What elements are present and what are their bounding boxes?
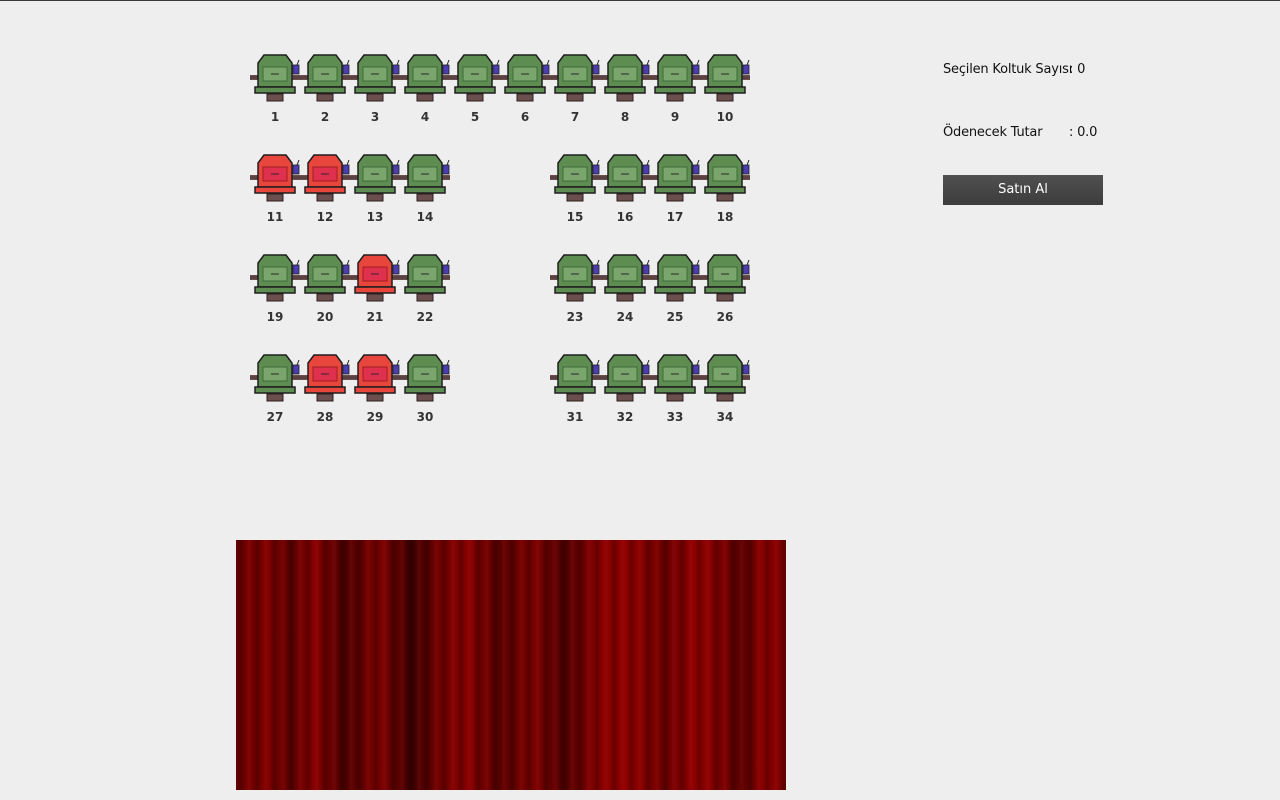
seat-11[interactable]: 11: [250, 153, 300, 228]
seat-22[interactable]: 22: [400, 253, 450, 328]
seat-29[interactable]: 29: [350, 353, 400, 428]
seat-33[interactable]: 33: [650, 353, 700, 428]
seat-number-label: 7: [570, 110, 580, 124]
seat-number-label: 23: [566, 310, 584, 324]
seat-number-label: 6: [520, 110, 530, 124]
seat-1[interactable]: 1: [250, 53, 300, 128]
seat-number-label: 1: [270, 110, 280, 124]
amount-row: Ödenecek Tutar : 0.0: [943, 125, 1097, 140]
seat-8[interactable]: 8: [600, 53, 650, 128]
seat-15[interactable]: 15: [550, 153, 600, 228]
seat-27[interactable]: 27: [250, 353, 300, 428]
seat-23[interactable]: 23: [550, 253, 600, 328]
seat-number-label: 28: [316, 410, 334, 424]
selected-count-row: Seçilen Koltuk Sayısı : 0: [943, 62, 1085, 77]
seat-26[interactable]: 26: [700, 253, 750, 328]
seat-number-label: 8: [620, 110, 630, 124]
seat-18[interactable]: 18: [700, 153, 750, 228]
seat-28[interactable]: 28: [300, 353, 350, 428]
seating-map: 1 2 3 4 5 6 7 8 9 10 11 12 13 14 15 16 1…: [0, 0, 800, 440]
seat-number-label: 19: [266, 310, 284, 324]
seat-number-label: 2: [320, 110, 330, 124]
seat-3[interactable]: 3: [350, 53, 400, 128]
seat-12[interactable]: 12: [300, 153, 350, 228]
seat-number-label: 30: [416, 410, 434, 424]
seat-19[interactable]: 19: [250, 253, 300, 328]
seat-number-label: 4: [420, 110, 430, 124]
seat-number-label: 22: [416, 310, 434, 324]
seat-31[interactable]: 31: [550, 353, 600, 428]
seat-number-label: 25: [666, 310, 684, 324]
seat-4[interactable]: 4: [400, 53, 450, 128]
seat-number-label: 9: [670, 110, 680, 124]
seat-number-label: 10: [716, 110, 734, 124]
seat-6[interactable]: 6: [500, 53, 550, 128]
seat-number-label: 33: [666, 410, 684, 424]
seat-number-label: 18: [716, 210, 734, 224]
seat-number-label: 13: [366, 210, 384, 224]
seat-2[interactable]: 2: [300, 53, 350, 128]
seat-number-label: 15: [566, 210, 584, 224]
seat-21[interactable]: 21: [350, 253, 400, 328]
selected-count-label: Seçilen Koltuk Sayısı: [943, 62, 1073, 77]
seat-number-label: 20: [316, 310, 334, 324]
seat-number-label: 31: [566, 410, 584, 424]
seat-16[interactable]: 16: [600, 153, 650, 228]
buy-button[interactable]: Satın Al: [943, 175, 1103, 205]
seat-14[interactable]: 14: [400, 153, 450, 228]
seat-number-label: 29: [366, 410, 384, 424]
seat-number-label: 26: [716, 310, 734, 324]
seat-number-label: 32: [616, 410, 634, 424]
amount-value: : 0.0: [1069, 125, 1098, 140]
seat-25[interactable]: 25: [650, 253, 700, 328]
seat-number-label: 34: [716, 410, 734, 424]
seat-7[interactable]: 7: [550, 53, 600, 128]
seat-17[interactable]: 17: [650, 153, 700, 228]
stage-curtain: [236, 540, 786, 790]
seat-number-label: 17: [666, 210, 684, 224]
seat-number-label: 27: [266, 410, 284, 424]
seat-5[interactable]: 5: [450, 53, 500, 128]
seat-9[interactable]: 9: [650, 53, 700, 128]
seat-number-label: 16: [616, 210, 634, 224]
selected-count-value: : 0: [1069, 62, 1086, 77]
seat-number-label: 14: [416, 210, 434, 224]
seat-30[interactable]: 30: [400, 353, 450, 428]
seat-number-label: 21: [366, 310, 384, 324]
seat-24[interactable]: 24: [600, 253, 650, 328]
seat-32[interactable]: 32: [600, 353, 650, 428]
seat-13[interactable]: 13: [350, 153, 400, 228]
seat-34[interactable]: 34: [700, 353, 750, 428]
seat-number-label: 11: [266, 210, 284, 224]
seat-number-label: 24: [616, 310, 634, 324]
seat-number-label: 12: [316, 210, 334, 224]
amount-label: Ödenecek Tutar: [943, 125, 1043, 140]
seat-number-label: 5: [470, 110, 480, 124]
seat-20[interactable]: 20: [300, 253, 350, 328]
seat-number-label: 3: [370, 110, 380, 124]
seat-10[interactable]: 10: [700, 53, 750, 128]
